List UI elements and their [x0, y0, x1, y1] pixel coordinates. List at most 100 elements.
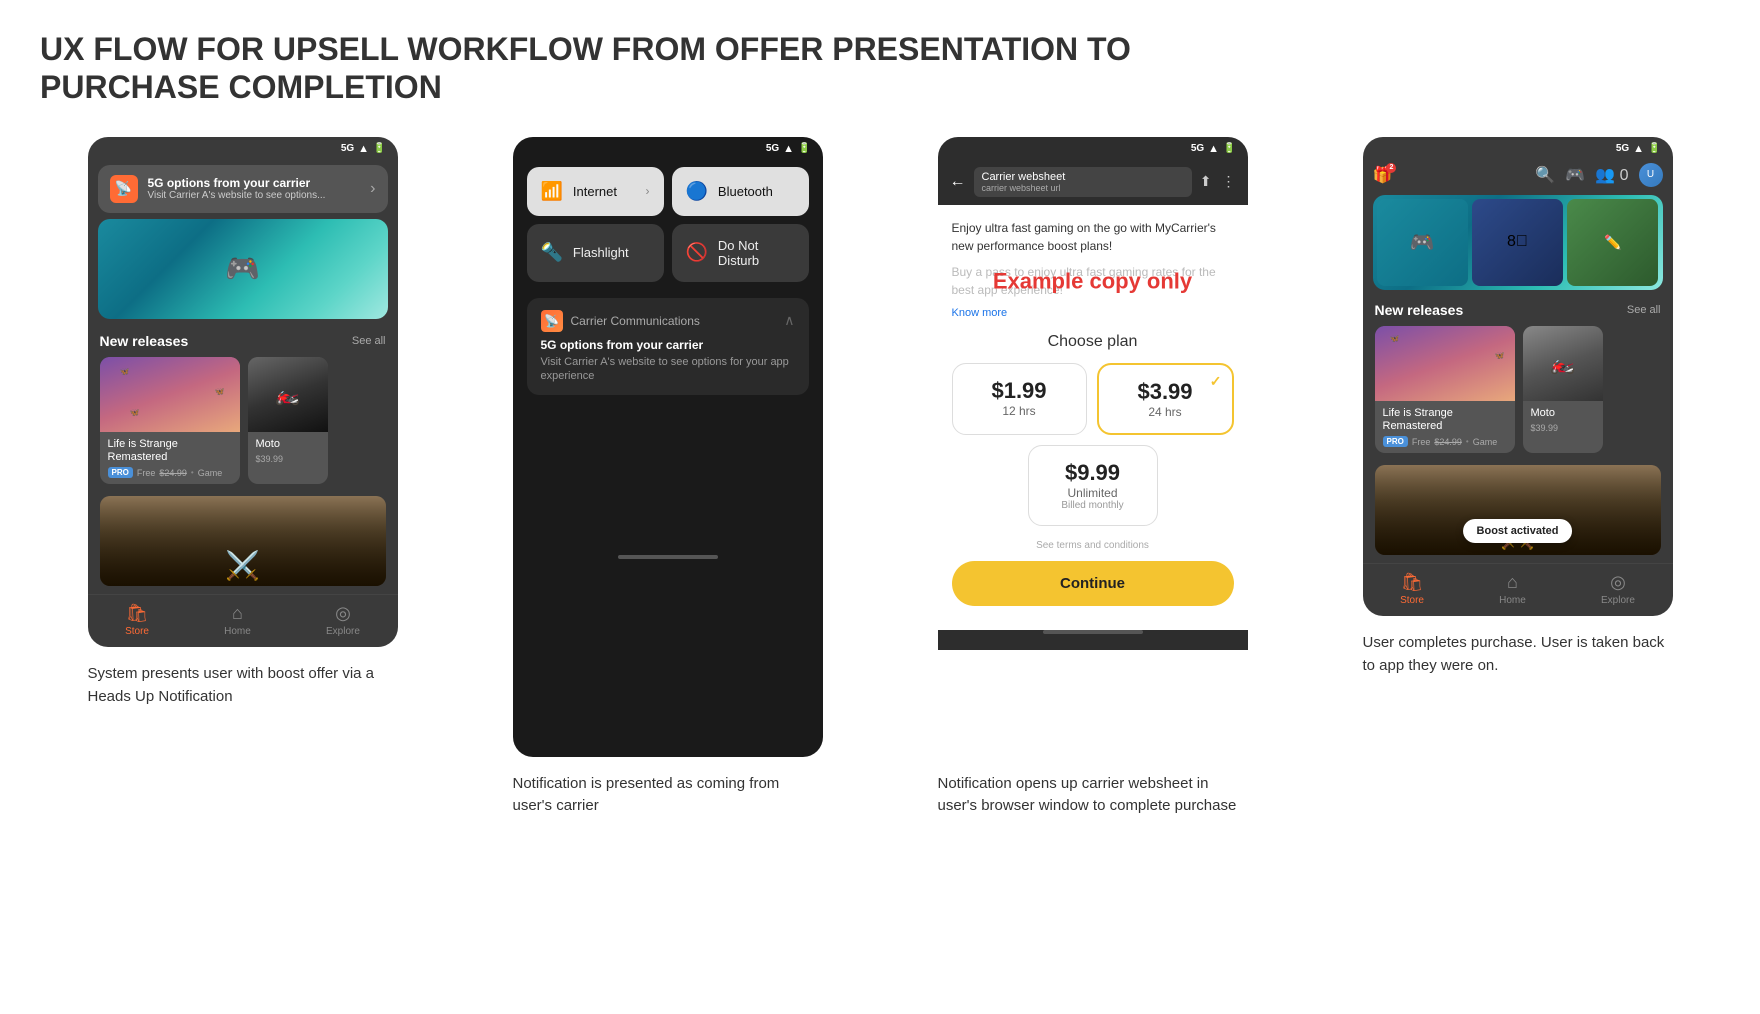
free-label-1: Free: [137, 468, 156, 478]
explore-icon-4: ◎: [1610, 572, 1626, 593]
carrier-notif-name: Carrier Communications: [571, 314, 700, 328]
plan2-duration: 24 hrs: [1109, 405, 1222, 419]
toggle-internet-label: Internet: [573, 184, 617, 199]
signal-icon-1: ▲: [358, 143, 369, 155]
game-card-life[interactable]: 🦋 🦋 🦋 Life is Strange Remastered PRO Fre…: [100, 357, 240, 484]
caption-2: Notification is presented as coming from…: [513, 773, 823, 818]
nav-explore-4[interactable]: ◎ Explore: [1601, 572, 1635, 606]
carrier-notif-chevron: ∧: [784, 312, 794, 329]
more-icon[interactable]: ⋮: [1222, 173, 1236, 190]
toggle-internet[interactable]: 📶 Internet ›: [527, 167, 664, 216]
search-icon-4[interactable]: 🔍: [1535, 165, 1555, 185]
butterfly-4b: 🦋: [1495, 351, 1505, 360]
gamepad-icon-4[interactable]: 🎮: [1565, 165, 1585, 185]
promo-text-2-content: Buy a pass to enjoy ultra fast gaming ra…: [952, 265, 1216, 297]
5g-icon-3: 5G: [1191, 143, 1204, 154]
toggle-flashlight[interactable]: 🔦 Flashlight: [527, 224, 664, 282]
notif-text-1: 5G options from your carrier Visit Carri…: [148, 176, 361, 201]
game-card-info-moto: Moto $39.99: [248, 432, 328, 470]
game-cards-4: 🦋 🦋 Life is Strange Remastered PRO Free …: [1363, 322, 1673, 461]
nav-store-1[interactable]: 🛍 Store: [125, 603, 149, 637]
screens-row: 5G ▲ 🔋 📡 5G options from your carrier Vi…: [40, 137, 1720, 818]
explore-icon-1: ◎: [335, 603, 351, 624]
nav-store-4[interactable]: 🛍 Store: [1400, 572, 1424, 606]
screen3-col: 5G ▲ 🔋 ← Carrier websheet carrier webshe…: [890, 137, 1295, 818]
carrier-notif-title-row: 📡 Carrier Communications: [541, 310, 700, 332]
header-icons: ⬆ ⋮: [1200, 173, 1236, 190]
pro-badge-1: PRO: [108, 467, 133, 478]
nav-explore-1[interactable]: ◎ Explore: [326, 603, 360, 637]
notif-chevron-1: ›: [370, 180, 375, 198]
game-card-info-life: Life is Strange Remastered PRO Free $24.…: [100, 432, 240, 484]
back-button[interactable]: ←: [950, 173, 966, 191]
page-title: UX FLOW FOR UPSELL WORKFLOW FROM OFFER P…: [40, 30, 1140, 107]
see-all-1[interactable]: See all: [352, 335, 386, 347]
screen2-frame: 5G ▲ 🔋 📶 Internet › 🔵 Bluetooth 🔦 Flashl…: [513, 137, 823, 757]
caption-1: System presents user with boost offer vi…: [88, 663, 398, 708]
promo-text-2: Buy a pass to enjoy ultra fast gaming ra…: [952, 263, 1234, 299]
screen1-col: 5G ▲ 🔋 📡 5G options from your carrier Vi…: [40, 137, 445, 708]
game-card-life-4[interactable]: 🦋 🦋 Life is Strange Remastered PRO Free …: [1375, 326, 1515, 453]
gift-badge-dot: 2: [1386, 163, 1396, 173]
plan-options-row: $1.99 12 hrs $3.99 24 hrs: [952, 363, 1234, 435]
game-card-moto-4[interactable]: 🏍️ Moto $39.99: [1523, 326, 1603, 453]
see-all-4[interactable]: See all: [1627, 304, 1661, 316]
notif-banner-1[interactable]: 📡 5G options from your carrier Visit Car…: [98, 165, 388, 213]
home-indicator-3: [1043, 630, 1143, 634]
bottom-nav-1: 🛍 Store ⌂ Home ◎ Explore: [88, 594, 398, 647]
toggle-dnd[interactable]: 🚫 Do Not Disturb: [672, 224, 809, 282]
game-price-moto: $39.99: [256, 454, 284, 464]
toggle-bluetooth[interactable]: 🔵 Bluetooth: [672, 167, 809, 216]
game-card-title-moto: Moto: [256, 438, 320, 451]
game-price-4: $24.99: [1434, 437, 1462, 447]
store-icon-1: 🛍: [126, 603, 149, 624]
screen1-frame: 5G ▲ 🔋 📡 5G options from your carrier Vi…: [88, 137, 398, 647]
avatar-4[interactable]: U: [1639, 163, 1663, 187]
bluetooth-icon: 🔵: [686, 181, 708, 202]
choose-plan-title: Choose plan: [952, 333, 1234, 351]
plan-card-2[interactable]: $3.99 24 hrs: [1097, 363, 1234, 435]
game-card-img-life-4: 🦋 🦋: [1375, 326, 1515, 401]
notif-title-1: 5G options from your carrier: [148, 176, 361, 190]
plan-card-1[interactable]: $1.99 12 hrs: [952, 363, 1087, 435]
plan2-price: $3.99: [1109, 379, 1222, 405]
home-indicator-2: [618, 555, 718, 559]
dnd-icon: 🚫: [686, 242, 708, 263]
share-icon[interactable]: ⬆: [1200, 173, 1212, 190]
game-type-4: Game: [1473, 437, 1498, 447]
battery-icon-4: 🔋: [1648, 143, 1660, 154]
nav-explore-label-4: Explore: [1601, 595, 1635, 606]
toggle-flashlight-label: Flashlight: [573, 245, 629, 260]
caption-3: Notification opens up carrier websheet i…: [938, 773, 1248, 818]
websheet-content: Enjoy ultra fast gaming on the go with M…: [938, 205, 1248, 620]
game-card-moto[interactable]: 🏍️ Moto $39.99: [248, 357, 328, 484]
plan3-billing: Billed monthly: [1039, 500, 1147, 511]
5g-icon-1: 5G: [341, 143, 354, 154]
game-card-info-life-4: Life is Strange Remastered PRO Free $24.…: [1375, 401, 1515, 453]
header-left-4: 🎁 2: [1373, 165, 1393, 185]
nav-home-1[interactable]: ⌂ Home: [224, 603, 251, 637]
flashlight-icon: 🔦: [541, 242, 563, 263]
battery-icon-2: 🔋: [798, 143, 810, 154]
nav-explore-label-1: Explore: [326, 626, 360, 637]
plan-card-3[interactable]: $9.99 Unlimited Billed monthly: [1028, 445, 1158, 526]
battery-icon-3: 🔋: [1223, 143, 1235, 154]
url-title: Carrier websheet: [982, 171, 1184, 183]
promo-text-1: Enjoy ultra fast gaming on the go with M…: [952, 219, 1234, 255]
butterfly-1: 🦋: [120, 367, 130, 376]
game-price-1: $24.99: [159, 468, 187, 478]
status-bar-2: 5G ▲ 🔋: [513, 137, 823, 159]
notif-sub-1: Visit Carrier A's website to see options…: [148, 190, 361, 201]
section-title-1: New releases: [100, 333, 189, 349]
continue-button[interactable]: Continue: [952, 561, 1234, 606]
dot-4: •: [1466, 437, 1469, 446]
nav-home-4[interactable]: ⌂ Home: [1499, 572, 1526, 606]
know-more-link[interactable]: Know more: [952, 307, 1234, 319]
game-banner-1: 🎮: [98, 219, 388, 319]
butterfly-4a: 🦋: [1390, 334, 1400, 343]
promo-text-area: Enjoy ultra fast gaming on the go with M…: [952, 219, 1234, 299]
status-bar-3: 5G ▲ 🔋: [938, 137, 1248, 159]
plan1-duration: 12 hrs: [963, 404, 1076, 418]
carrier-notif[interactable]: 📡 Carrier Communications ∧ 5G options fr…: [527, 298, 809, 396]
pro-badge-4: PRO: [1383, 436, 1408, 447]
